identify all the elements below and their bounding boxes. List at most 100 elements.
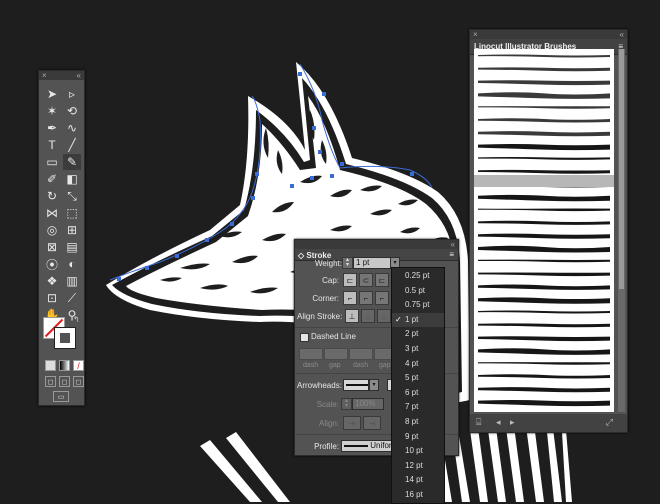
weight-option[interactable]: 7 pt bbox=[392, 400, 444, 414]
brush-stroke[interactable] bbox=[478, 259, 610, 263]
eraser-icon[interactable]: ◧ bbox=[63, 171, 81, 187]
weight-option[interactable]: 2 pt bbox=[392, 327, 444, 341]
brush-stroke[interactable] bbox=[478, 362, 610, 365]
brush-strokes[interactable] bbox=[474, 49, 614, 412]
rotate-icon[interactable]: ↻ bbox=[43, 188, 61, 204]
brush-stroke[interactable] bbox=[478, 194, 610, 202]
collapse-icon[interactable]: « bbox=[77, 71, 81, 80]
weight-option[interactable]: 6 pt bbox=[392, 386, 444, 400]
prev-library-icon[interactable]: ◂ bbox=[496, 417, 501, 428]
brush-stroke[interactable] bbox=[478, 118, 610, 123]
slice-icon[interactable]: ⟋ bbox=[63, 290, 81, 306]
line-icon[interactable]: ╱ bbox=[63, 137, 81, 153]
butt-cap-button[interactable]: ⊏ bbox=[343, 273, 357, 287]
resize-icon[interactable]: ⤢ bbox=[606, 417, 613, 428]
eyedropper-icon[interactable]: ⦿ bbox=[43, 256, 61, 272]
weight-option[interactable]: 14 pt bbox=[392, 473, 444, 487]
panel-menu-icon[interactable]: ≡ bbox=[449, 250, 454, 259]
shaper-icon[interactable]: ✐ bbox=[43, 171, 61, 187]
align-outside-button[interactable]: ⊥ bbox=[377, 309, 391, 323]
weight-stepper[interactable]: ▴ ▾ bbox=[342, 257, 353, 269]
weight-option[interactable]: ✓ 1 pt bbox=[392, 312, 444, 327]
weight-option[interactable]: 5 pt bbox=[392, 371, 444, 385]
graph-icon[interactable]: ▥ bbox=[63, 273, 81, 289]
weight-option[interactable]: 8 pt bbox=[392, 415, 444, 429]
weight-option[interactable]: 3 pt bbox=[392, 342, 444, 356]
brush-stroke[interactable] bbox=[478, 233, 610, 239]
brush-stroke[interactable] bbox=[478, 399, 610, 407]
brush-stroke[interactable] bbox=[478, 54, 610, 58]
gap-field-1[interactable] bbox=[324, 348, 348, 360]
dashed-line-checkbox[interactable] bbox=[300, 333, 309, 342]
weight-option[interactable]: 16 pt bbox=[392, 488, 444, 502]
next-library-icon[interactable]: ▸ bbox=[510, 417, 515, 428]
brush-stroke[interactable] bbox=[478, 374, 610, 379]
brush-stroke[interactable] bbox=[478, 92, 610, 99]
start-arrowhead-dropdown[interactable]: ▾ bbox=[369, 379, 379, 391]
brush-stroke[interactable] bbox=[478, 245, 610, 253]
perspective-icon[interactable]: ⊞ bbox=[63, 222, 81, 238]
none-icon[interactable]: / bbox=[73, 360, 84, 371]
align-inside-button[interactable]: ⊥ bbox=[361, 309, 375, 323]
brush-list-scrollbar[interactable] bbox=[618, 49, 625, 412]
weight-option[interactable]: 0.25 pt bbox=[392, 269, 444, 283]
lasso-icon[interactable]: ⟲ bbox=[63, 103, 81, 119]
brush-stroke[interactable] bbox=[478, 348, 610, 355]
paintbrush-icon[interactable]: ✎ bbox=[63, 154, 81, 170]
miter-join-button[interactable]: ⌐ bbox=[343, 291, 357, 305]
brush-stroke[interactable] bbox=[478, 208, 610, 212]
tools-panel-header[interactable]: × « bbox=[39, 71, 84, 80]
brush-stroke[interactable] bbox=[478, 387, 610, 393]
brush-stroke[interactable] bbox=[478, 169, 610, 174]
projecting-cap-button[interactable]: ⊏ bbox=[375, 273, 389, 287]
brush-stroke[interactable] bbox=[478, 272, 610, 277]
close-icon[interactable]: × bbox=[42, 71, 47, 80]
screen-mode-icon[interactable]: ▭ bbox=[53, 391, 69, 402]
dash-field-1[interactable] bbox=[299, 348, 323, 360]
bevel-join-button[interactable]: ⌐ bbox=[375, 291, 389, 305]
symbol-sprayer-icon[interactable]: ❖ bbox=[43, 273, 61, 289]
brush-list[interactable] bbox=[474, 49, 614, 412]
pen-icon[interactable]: ✒ bbox=[43, 120, 61, 136]
weight-option[interactable]: 0.5 pt bbox=[392, 284, 444, 298]
scroll-thumb[interactable] bbox=[619, 49, 624, 289]
weight-option[interactable]: 12 pt bbox=[392, 459, 444, 473]
brush-stroke[interactable] bbox=[478, 131, 610, 137]
shape-builder-icon[interactable]: ◎ bbox=[43, 222, 61, 238]
mesh-icon[interactable]: ⊠ bbox=[43, 239, 61, 255]
width-icon[interactable]: ⋈ bbox=[43, 205, 61, 221]
brush-stroke[interactable] bbox=[478, 106, 610, 109]
free-transform-icon[interactable]: ⬚ bbox=[63, 205, 81, 221]
brush-stroke[interactable] bbox=[478, 157, 610, 160]
curvature-icon[interactable]: ∿ bbox=[63, 120, 81, 136]
brushes-panel-header[interactable]: × « bbox=[470, 30, 627, 39]
magic-wand-icon[interactable]: ✶ bbox=[43, 103, 61, 119]
brush-stroke[interactable] bbox=[478, 297, 610, 304]
weight-field[interactable]: 1 pt bbox=[353, 257, 391, 269]
brush-library-icon[interactable]: ⌸ bbox=[476, 417, 481, 428]
weight-option[interactable]: 4 pt bbox=[392, 357, 444, 371]
blend-icon[interactable]: ◐ bbox=[63, 256, 81, 272]
align-center-button[interactable]: ⊥ bbox=[345, 309, 359, 323]
arrow-align-tip-button[interactable]: ⇥ bbox=[343, 416, 361, 430]
artboard-icon[interactable]: ⊡ bbox=[43, 290, 61, 306]
profile-select[interactable]: Uniform bbox=[341, 440, 395, 452]
stroke-panel-header[interactable]: « bbox=[295, 240, 458, 249]
arrow-align-end-button[interactable]: ⇥ bbox=[363, 416, 381, 430]
brush-stroke[interactable] bbox=[478, 143, 610, 151]
gradient-icon[interactable]: ▤ bbox=[63, 239, 81, 255]
brush-stroke[interactable] bbox=[478, 220, 610, 225]
color-icon[interactable] bbox=[45, 360, 56, 371]
brush-stroke[interactable] bbox=[478, 323, 610, 328]
brush-stroke[interactable] bbox=[478, 310, 610, 314]
scale-stepper[interactable]: ▴ ▾ bbox=[341, 398, 352, 410]
direct-selection-icon[interactable]: ▹ bbox=[63, 86, 81, 102]
draw-behind-icon[interactable]: ◻ bbox=[59, 376, 70, 387]
scale-icon[interactable]: ⤡ bbox=[63, 188, 81, 204]
gradient-mode-icon[interactable] bbox=[59, 360, 70, 371]
start-arrowhead-select[interactable] bbox=[343, 379, 369, 391]
round-cap-button[interactable]: ⊂ bbox=[359, 273, 373, 287]
draw-inside-icon[interactable]: ◻ bbox=[73, 376, 84, 387]
stroke-swatch[interactable] bbox=[54, 327, 76, 349]
type-icon[interactable]: T bbox=[43, 137, 61, 153]
